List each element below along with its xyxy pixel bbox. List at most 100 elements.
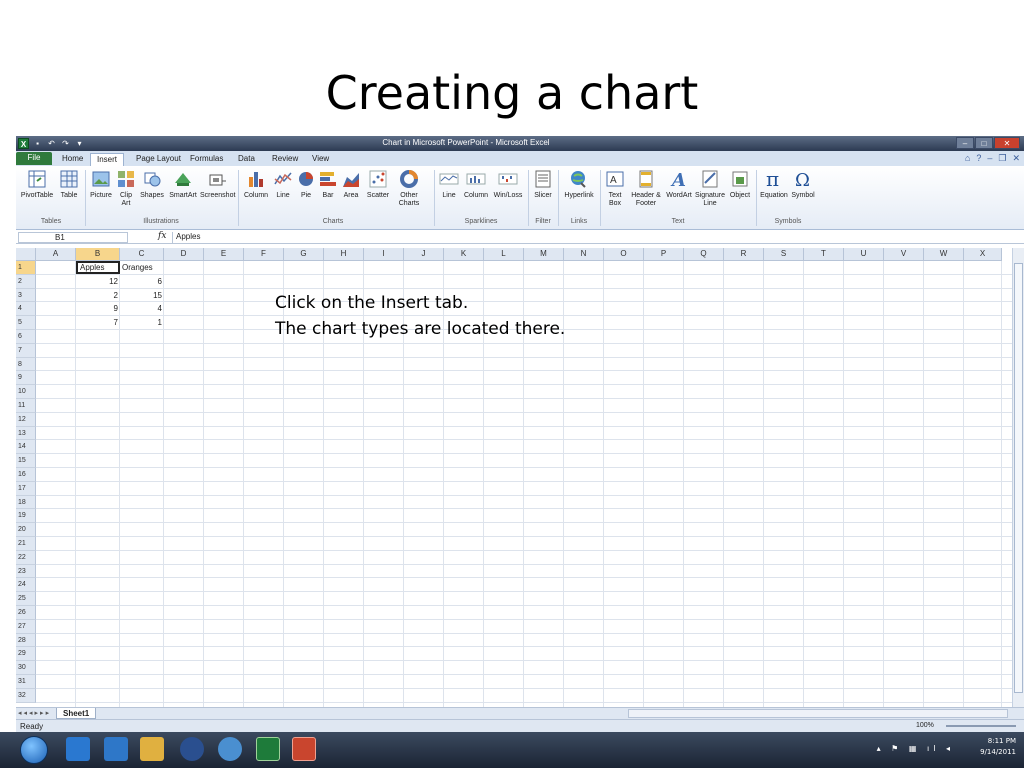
row-header-24[interactable]: 24: [16, 578, 36, 593]
select-all-corner[interactable]: [16, 248, 36, 261]
cell-c1[interactable]: Oranges: [120, 261, 164, 274]
row-header-27[interactable]: 27: [16, 619, 36, 634]
network-app-icon[interactable]: [218, 737, 242, 761]
tab-view[interactable]: View: [306, 153, 335, 166]
column-header-o[interactable]: O: [604, 248, 644, 261]
smartart-button[interactable]: SmartArt: [168, 169, 198, 200]
row-header-16[interactable]: 16: [16, 468, 36, 482]
column-header-a[interactable]: A: [36, 248, 76, 261]
row-header-28[interactable]: 28: [16, 633, 36, 648]
row-header-30[interactable]: 30: [16, 661, 36, 675]
row-header-6[interactable]: 6: [16, 330, 36, 344]
horizontal-scrollbar[interactable]: [628, 709, 1008, 718]
row-header-31[interactable]: 31: [16, 675, 36, 689]
clip-art-button[interactable]: Clip Art: [116, 169, 136, 208]
column-header-n[interactable]: N: [564, 248, 604, 261]
text-box-button[interactable]: A Text Box: [604, 169, 626, 208]
row-header-11[interactable]: 11: [16, 399, 36, 413]
row-header-10[interactable]: 10: [16, 385, 36, 399]
row-header-25[interactable]: 25: [16, 592, 36, 606]
column-header-t[interactable]: T: [804, 248, 844, 261]
bar-chart-button[interactable]: Bar: [318, 169, 338, 200]
system-tray-icons[interactable]: ▴ ⚑ ▦ ıl ◂: [877, 744, 954, 753]
column-header-v[interactable]: V: [884, 248, 924, 261]
cell-b5[interactable]: 7: [76, 316, 120, 329]
screenshot-button[interactable]: Screenshot: [200, 169, 235, 200]
column-header-x[interactable]: X: [964, 248, 1002, 261]
row-header-32[interactable]: 32: [16, 688, 36, 703]
column-header-c[interactable]: C: [120, 248, 164, 261]
column-header-j[interactable]: J: [404, 248, 444, 261]
row-header-19[interactable]: 19: [16, 509, 36, 524]
column-header-i[interactable]: I: [364, 248, 404, 261]
pie-chart-button[interactable]: Pie: [296, 169, 316, 200]
shapes-button[interactable]: Shapes: [138, 169, 166, 200]
row-header-3[interactable]: 3: [16, 288, 36, 303]
column-header-e[interactable]: E: [204, 248, 244, 261]
tab-review[interactable]: Review: [266, 153, 304, 166]
column-header-f[interactable]: F: [244, 248, 284, 261]
doc-restore-icon[interactable]: ❐: [998, 153, 1006, 164]
cell-b2[interactable]: 12: [76, 275, 120, 288]
tab-insert[interactable]: Insert: [90, 153, 125, 166]
maximize-button[interactable]: □: [975, 137, 993, 149]
row-header-21[interactable]: 21: [16, 537, 36, 551]
row-header-2[interactable]: 2: [16, 274, 36, 289]
sparkline-line-button[interactable]: Line: [438, 169, 460, 200]
formula-input[interactable]: Apples: [172, 232, 1012, 243]
minimize-button[interactable]: –: [956, 137, 974, 149]
row-header-20[interactable]: 20: [16, 523, 36, 537]
cell-c4[interactable]: 4: [120, 302, 164, 315]
vertical-scroll-thumb[interactable]: [1014, 263, 1023, 693]
column-header-g[interactable]: G: [284, 248, 324, 261]
cell-b3[interactable]: 2: [76, 289, 120, 302]
row-header-13[interactable]: 13: [16, 426, 36, 441]
powerpoint-taskbar-icon[interactable]: [292, 737, 316, 761]
tab-file[interactable]: File: [16, 152, 52, 165]
column-header-k[interactable]: K: [444, 248, 484, 261]
object-button[interactable]: Object: [728, 169, 752, 200]
row-header-7[interactable]: 7: [16, 343, 36, 358]
column-header-r[interactable]: R: [724, 248, 764, 261]
row-header-12[interactable]: 12: [16, 412, 36, 427]
column-header-s[interactable]: S: [764, 248, 804, 261]
column-header-p[interactable]: P: [644, 248, 684, 261]
row-header-8[interactable]: 8: [16, 357, 36, 372]
column-header-h[interactable]: H: [324, 248, 364, 261]
row-header-5[interactable]: 5: [16, 316, 36, 330]
name-box[interactable]: B1: [18, 232, 128, 243]
row-header-9[interactable]: 9: [16, 371, 36, 386]
row-header-22[interactable]: 22: [16, 550, 36, 565]
table-button[interactable]: Table: [56, 169, 82, 200]
symbol-button[interactable]: Ω Symbol: [790, 169, 816, 200]
column-header-b[interactable]: B: [76, 248, 120, 261]
clock[interactable]: 8:11 PM 9/14/2011: [980, 736, 1016, 758]
row-header-23[interactable]: 23: [16, 564, 36, 579]
sheet-nav-arrows[interactable]: ◂◂◂▸▸▸: [18, 709, 51, 717]
row-header-29[interactable]: 29: [16, 647, 36, 662]
header-footer-button[interactable]: Header & Footer: [628, 169, 664, 208]
media-player-icon[interactable]: [104, 737, 128, 761]
column-header-d[interactable]: D: [164, 248, 204, 261]
internet-explorer-icon[interactable]: [66, 737, 90, 761]
file-explorer-icon[interactable]: [140, 737, 164, 761]
cell-b4[interactable]: 9: [76, 302, 120, 315]
other-charts-button[interactable]: Other Charts: [394, 169, 424, 208]
fx-icon[interactable]: fx: [158, 231, 166, 241]
cell-c2[interactable]: 6: [120, 275, 164, 288]
row-header-17[interactable]: 17: [16, 481, 36, 496]
area-chart-button[interactable]: Area: [340, 169, 362, 200]
column-header-u[interactable]: U: [844, 248, 884, 261]
tab-formulas[interactable]: Formulas: [184, 153, 229, 166]
help-icon[interactable]: ?: [976, 153, 981, 164]
column-chart-button[interactable]: Column: [242, 169, 270, 200]
hyperlink-button[interactable]: Hyperlink: [562, 169, 596, 200]
row-header-26[interactable]: 26: [16, 606, 36, 620]
line-chart-button[interactable]: Line: [272, 169, 294, 200]
row-header-1[interactable]: 1: [16, 261, 36, 275]
picture-button[interactable]: Picture: [88, 169, 114, 200]
equation-button[interactable]: π Equation: [760, 169, 788, 200]
row-header-4[interactable]: 4: [16, 302, 36, 317]
doc-close-icon[interactable]: ✕: [1012, 153, 1020, 164]
row-header-15[interactable]: 15: [16, 454, 36, 468]
